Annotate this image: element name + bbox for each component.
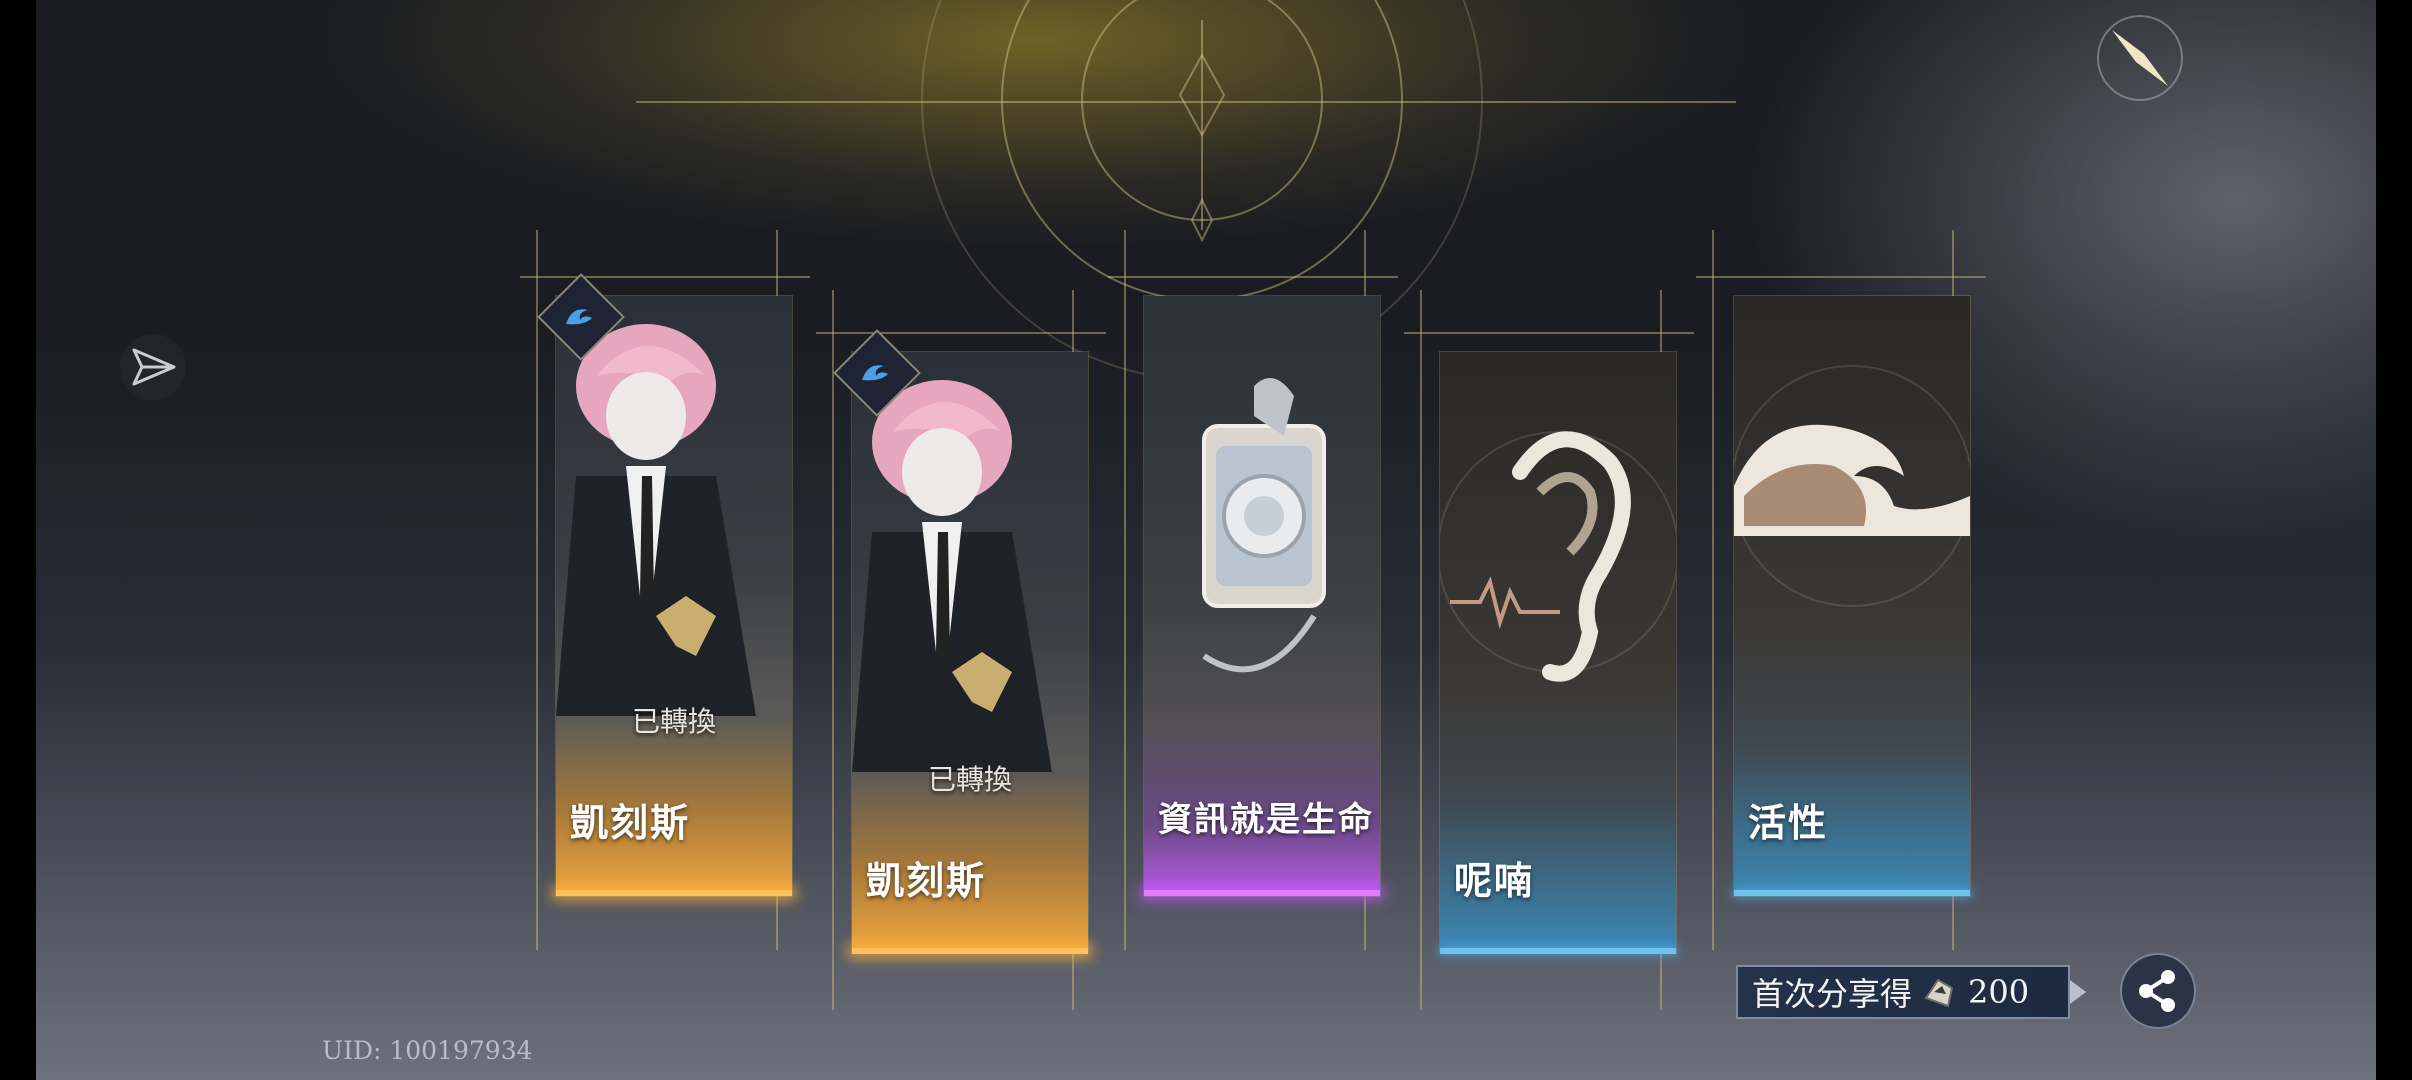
result-screen: 已轉換 凱刻斯 已轉換 凱刻斯 資訊就是生命 呢喃 活性 首次分享得 200 U… (36, 0, 2376, 1080)
card-4[interactable]: 呢喃 (1404, 290, 1704, 1050)
card-frame (1712, 230, 1714, 950)
close-icon (2097, 15, 2183, 101)
card-frame (520, 276, 810, 278)
rarity-bar (1144, 890, 1380, 896)
rarity-bar (1734, 890, 1970, 896)
share-icon (2139, 970, 2175, 1012)
card-name: 凱刻斯 (866, 858, 987, 903)
rarity-bar (556, 890, 792, 896)
card-frame (536, 230, 538, 950)
rarity-bar (852, 948, 1088, 954)
banner-pointer (2070, 980, 2086, 1004)
share-button[interactable] (2120, 953, 2196, 1029)
card-frame (832, 290, 834, 1010)
card-5[interactable]: 活性 (1696, 230, 1996, 990)
card-frame (1420, 290, 1422, 1010)
rarity-bar (1440, 948, 1676, 954)
send-icon (132, 348, 176, 386)
card-name: 活性 (1748, 800, 1829, 845)
card-frame (1108, 276, 1398, 278)
card-name: 呢喃 (1454, 858, 1535, 903)
card-name: 凱刻斯 (570, 800, 691, 845)
close-button[interactable] (2092, 10, 2188, 106)
card-frame (1124, 230, 1126, 950)
card-3[interactable]: 資訊就是生命 (1108, 230, 1408, 990)
first-share-reward-banner: 首次分享得 200 (1736, 965, 2086, 1019)
card-2[interactable]: 已轉換 凱刻斯 (816, 290, 1116, 1050)
share-reward-text: 首次分享得 (1752, 975, 1913, 1013)
card-frame (1404, 332, 1694, 334)
card-frame (816, 332, 1106, 334)
card-name: 資訊就是生命 (1158, 800, 1374, 840)
share-reward-amount: 200 (1968, 973, 2030, 1011)
card-frame (1696, 276, 1986, 278)
card-1[interactable]: 已轉換 凱刻斯 (520, 230, 820, 990)
send-button[interactable] (120, 334, 186, 400)
currency-icon (1924, 978, 1954, 1008)
status-label: 已轉換 (927, 763, 1012, 796)
status-label: 已轉換 (631, 705, 716, 738)
user-id: UID: 100197934 (322, 1036, 533, 1065)
